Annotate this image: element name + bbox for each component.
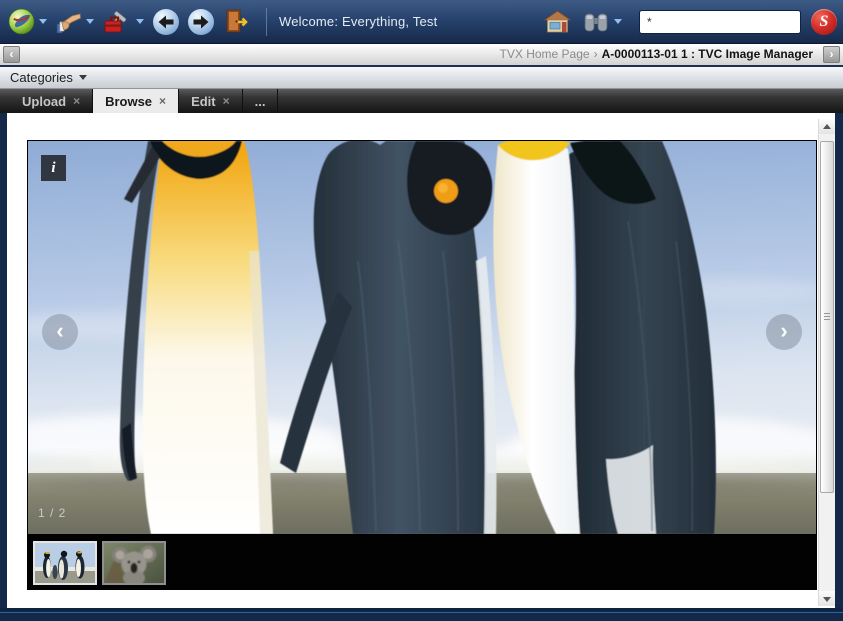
scroll-up-button[interactable] (819, 119, 835, 134)
thumbnail-strip (27, 535, 817, 590)
logout-button[interactable] (223, 8, 251, 35)
tab-more[interactable]: ... (243, 89, 279, 113)
tab-upload[interactable]: Upload × (10, 89, 93, 113)
toolbox-hammer-icon (103, 8, 132, 35)
carousel-next-button[interactable]: › (766, 314, 802, 350)
arrow-left-icon (158, 15, 174, 29)
breadcrumb-home-link[interactable]: TVX Home Page (500, 47, 590, 61)
breadcrumb-current-item: A-0000113-01 1 : TVC Image Manager (602, 47, 813, 61)
categories-dropdown[interactable]: Categories (0, 65, 843, 89)
penguins-photo (28, 141, 816, 534)
tvc-image-manager-window: { "toolbar": { "welcome_text": "Welcome:… (0, 0, 843, 621)
actions-menu-button[interactable] (56, 9, 94, 35)
search-input[interactable] (639, 10, 801, 34)
chevron-down-icon (39, 19, 47, 24)
top-toolbar: Welcome: Everything, Test S (0, 0, 843, 44)
compass-icon (8, 8, 35, 35)
tab-close-button[interactable]: × (159, 94, 166, 108)
image-counter: 1 / 2 (38, 506, 66, 520)
pointing-hand-icon (56, 9, 82, 35)
welcome-text: Welcome: Everything, Test (279, 14, 437, 29)
chevron-down-icon (614, 19, 622, 24)
tab-edit[interactable]: Edit × (179, 89, 243, 113)
thumbnail-penguins[interactable] (33, 541, 97, 585)
breadcrumb: TVX Home Page›A-0000113-01 1 : TVC Image… (500, 44, 813, 65)
tvc-logo: S (811, 9, 837, 35)
image-carousel: i ‹ › 1 / 2 (27, 140, 817, 590)
tab-browse[interactable]: Browse × (93, 89, 179, 113)
home-icon (542, 8, 573, 36)
tab-label: ... (255, 94, 266, 109)
logout-door-icon (223, 8, 251, 35)
forward-button[interactable] (188, 9, 214, 35)
back-button[interactable] (153, 9, 179, 35)
thumbnail-koala[interactable] (102, 541, 166, 585)
image-info-button[interactable]: i (41, 155, 66, 181)
chevron-down-icon (136, 19, 144, 24)
categories-label: Categories (10, 70, 73, 85)
breadcrumb-back-button[interactable]: ‹ (3, 46, 20, 63)
tools-menu-button[interactable] (103, 8, 144, 35)
breadcrumb-separator: › (590, 47, 602, 61)
breadcrumb-bar: ‹ TVX Home Page›A-0000113-01 1 : TVC Ima… (0, 44, 843, 65)
tab-label: Browse (105, 94, 152, 109)
tab-label: Edit (191, 94, 216, 109)
tab-bar: Upload × Browse × Edit × ... (0, 89, 843, 113)
carousel-prev-button[interactable]: ‹ (42, 314, 78, 350)
tab-close-button[interactable]: × (73, 94, 80, 108)
search-type-menu-button[interactable] (582, 9, 622, 35)
compass-menu-button[interactable] (8, 8, 47, 35)
scroll-down-button[interactable] (819, 591, 835, 606)
tab-close-button[interactable]: × (223, 94, 230, 108)
scrollbar-thumb[interactable] (820, 141, 834, 493)
arrow-right-icon (193, 15, 209, 29)
toolbar-right-group: S (542, 8, 843, 36)
caret-down-icon (79, 75, 87, 80)
toolbar-divider (266, 8, 267, 36)
breadcrumb-forward-button[interactable]: › (823, 46, 840, 63)
binoculars-icon (582, 9, 610, 35)
tab-label: Upload (22, 94, 66, 109)
toolbar-left-group: Welcome: Everything, Test (0, 8, 437, 36)
vertical-scrollbar[interactable] (818, 119, 835, 606)
browse-tab-content: i ‹ › 1 / 2 (7, 113, 835, 608)
window-bottom-border (0, 608, 843, 621)
carousel-main-image: i ‹ › 1 / 2 (27, 140, 817, 535)
home-button[interactable] (542, 8, 573, 36)
chevron-down-icon (86, 19, 94, 24)
